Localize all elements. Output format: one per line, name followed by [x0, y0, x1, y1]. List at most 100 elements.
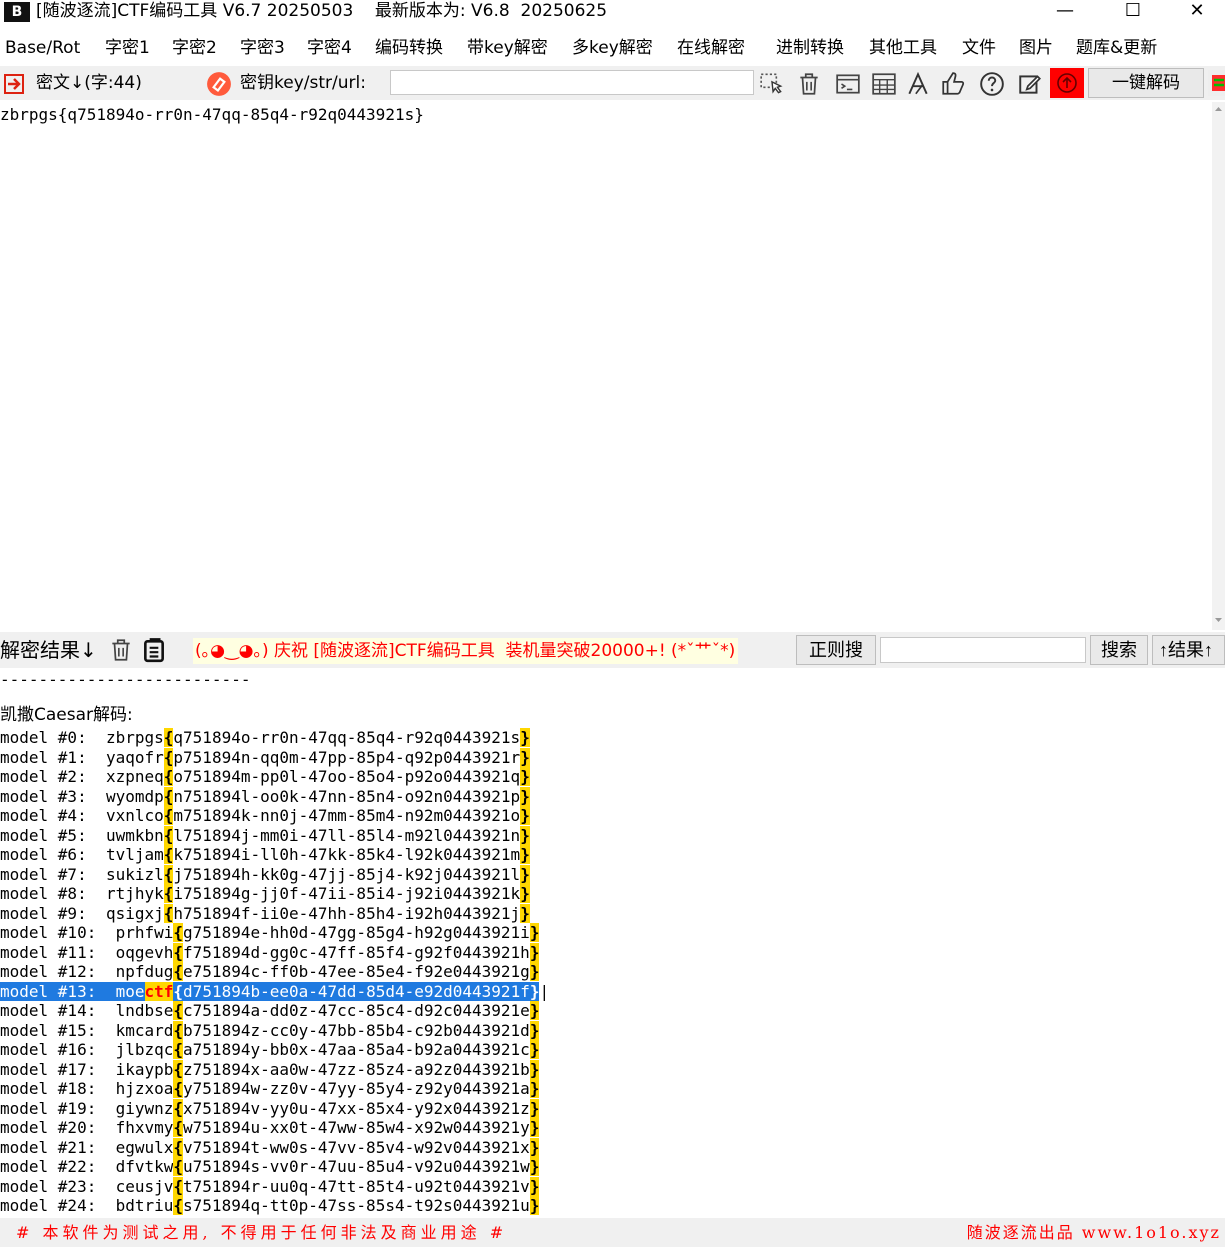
menu-multikey-decrypt[interactable]: 多key解密: [572, 37, 653, 59]
thumbs-up-icon[interactable]: [939, 71, 967, 97]
text-caret: |: [539, 981, 550, 1001]
menu-online-decrypt[interactable]: 在线解密: [677, 37, 745, 59]
menu-zimi4[interactable]: 字密4: [307, 37, 352, 59]
result-line[interactable]: model #24: bdtriu{s751894q-tt0p-47ss-85s…: [0, 1196, 540, 1216]
menu-zimi3[interactable]: 字密3: [240, 37, 285, 59]
close-brace-highlight: }: [529, 1196, 540, 1215]
result-line-body: v751894t-ww0s-47vv-85v4-w92v0443921x: [183, 1137, 530, 1157]
search-input[interactable]: [880, 637, 1086, 663]
result-line[interactable]: model #23: ceusjv{t751894r-uu0q-47tt-85t…: [0, 1176, 540, 1197]
result-line[interactable]: model #6: tvljam{k751894i-ll0h-47kk-85k4…: [0, 845, 530, 865]
close-button[interactable]: ✕: [1169, 0, 1225, 24]
result-line-body: d751894b-ee0a-47dd-85d4-e92d0443921f: [183, 981, 530, 1001]
cursor-select-icon[interactable]: [758, 71, 786, 97]
result-line-body: n751894l-oo0k-47nn-85n4-o92n0443921p: [173, 786, 521, 806]
open-brace-highlight: {: [173, 1196, 184, 1215]
result-line[interactable]: model #7: sukizl{j751894h-kk0g-47jj-85j4…: [0, 864, 530, 885]
result-line[interactable]: model #11: oqgevh{f751894d-gg0c-47ff-85f…: [0, 942, 540, 963]
result-line-prefix: model #2: xzpneq: [0, 767, 164, 786]
maximize-button[interactable]: ☐: [1105, 0, 1161, 24]
result-line[interactable]: model #4: vxnlco{m751894k-nn0j-47mm-85m4…: [0, 806, 530, 826]
result-line[interactable]: model #1: yaqofr{p751894n-qq0m-47pp-85p4…: [0, 747, 530, 768]
menu-key-decrypt[interactable]: 带key解密: [467, 37, 548, 59]
open-brace-highlight: {: [173, 1020, 184, 1040]
status-bar: # 本软件为测试之用, 不得用于任何非法及商业用途 # 随波逐流出品 www.1…: [0, 1218, 1225, 1247]
close-brace-highlight: }: [520, 786, 530, 806]
font-icon[interactable]: [904, 71, 932, 97]
result-line[interactable]: model #5: uwmkbn{l751894j-mm0i-47ll-85l4…: [0, 825, 530, 846]
result-line[interactable]: model #10: prhfwi{g751894e-hh0d-47gg-85g…: [0, 923, 540, 943]
menu-other-tools[interactable]: 其他工具: [869, 37, 937, 59]
open-brace-highlight: {: [173, 1098, 184, 1118]
author-site-text[interactable]: 随波逐流出品 www.1o1o.xyz: [967, 1221, 1221, 1245]
search-button[interactable]: 搜索: [1090, 635, 1148, 665]
regex-search-button[interactable]: 正则搜: [796, 635, 876, 665]
result-line[interactable]: model #9: qsigxj{h751894f-ii0e-47hh-85h4…: [0, 903, 530, 924]
import-arrow-icon[interactable]: [2, 71, 26, 97]
result-line-prefix: model #7: sukizl: [0, 864, 164, 884]
result-line[interactable]: model #18: hjzxoa{y751894w-zz0v-47yy-85y…: [0, 1079, 540, 1099]
result-line[interactable]: model #20: fhxvmy{w751894u-xx0t-47ww-85w…: [0, 1118, 540, 1138]
result-line-prefix: model #0: zbrpgs: [0, 728, 164, 747]
table-icon[interactable]: [870, 71, 898, 97]
result-line-body: w751894u-xx0t-47ww-85w4-x92w0443921y: [183, 1118, 530, 1137]
result-line[interactable]: model #2: xzpneq{o751894m-pp0l-47oo-85o4…: [0, 767, 530, 787]
open-brace-highlight: {: [163, 786, 174, 806]
minimize-button[interactable]: —: [1037, 0, 1093, 24]
open-brace-highlight: {: [163, 806, 174, 825]
open-brace-highlight: {: [163, 728, 174, 747]
menu-zimi2[interactable]: 字密2: [172, 37, 217, 59]
result-line[interactable]: model #22: dfvtkw{u751894s-vv0r-47uu-85u…: [0, 1157, 540, 1177]
trash-icon[interactable]: [795, 71, 823, 97]
result-line-prefix: model #20: fhxvmy: [0, 1118, 174, 1137]
open-brace-highlight: {: [173, 1040, 184, 1059]
toolbar: 密文↓(字:44) 密钥key/str/url: 一键解码: [0, 66, 1225, 100]
result-line-body: k751894i-ll0h-47kk-85k4-l92k0443921m: [173, 845, 521, 864]
result-line[interactable]: model #14: lndbse{c751894a-dd0z-47cc-85c…: [0, 1001, 540, 1021]
cipher-scrollbar[interactable]: [1212, 102, 1225, 630]
result-line-prefix: model #14: lndbse: [0, 1001, 174, 1020]
menu-questions-update[interactable]: 题库&更新: [1076, 37, 1157, 59]
result-line-body: j751894h-kk0g-47jj-85j4-k92j0443921l: [173, 864, 521, 884]
close-brace-highlight: }: [520, 767, 530, 786]
edit-icon[interactable]: [1016, 71, 1044, 97]
side-equals-icon[interactable]: [1208, 70, 1225, 96]
result-toolbar: 解密结果↓ (｡◕‿◕｡) 庆祝 [随波逐流]CTF编码工具 装机量突破2000…: [0, 632, 1225, 668]
result-line-body: g751894e-hh0d-47gg-85g4-h92g0443921i: [183, 923, 530, 942]
eraser-icon[interactable]: [206, 71, 232, 97]
result-line[interactable]: model #21: egwulx{v751894t-ww0s-47vv-85v…: [0, 1137, 540, 1158]
close-brace-highlight: }: [520, 806, 530, 825]
result-line-prefix: model #15: kmcard: [0, 1020, 174, 1040]
upload-red-button[interactable]: [1050, 68, 1084, 98]
cipher-textarea[interactable]: zbrpgs{q751894o-rr0n-47qq-85q4-r92q04439…: [0, 102, 1212, 630]
result-line[interactable]: model #12: npfdug{e751894c-ff0b-47ee-85e…: [0, 962, 540, 982]
key-label: 密钥key/str/url:: [240, 73, 366, 93]
cipher-label: 密文↓(字:44): [36, 73, 142, 93]
menu-file[interactable]: 文件: [962, 37, 996, 59]
menu-zimi1[interactable]: 字密1: [105, 37, 150, 59]
menu-bar: Base/Rot 字密1 字密2 字密3 字密4 编码转换 带key解密 多ke…: [0, 34, 1225, 62]
key-input[interactable]: [390, 70, 754, 95]
decrypt-results-textarea[interactable]: -------------------------- 凯撒Caesar解码: m…: [0, 670, 1225, 1216]
trash-result-icon[interactable]: [108, 637, 134, 663]
result-line[interactable]: model #17: ikaypb{z751894x-aa0w-47zz-85z…: [0, 1059, 540, 1080]
close-brace-highlight: }: [529, 1098, 540, 1118]
help-icon[interactable]: [978, 71, 1006, 97]
result-line[interactable]: model #19: giywnz{x751894v-yy0u-47xx-85x…: [0, 1098, 540, 1119]
result-line[interactable]: model #13: moectf{d751894b-ee0a-47dd-85d…: [0, 981, 550, 1001]
result-line-prefix: model #16: jlbzqc: [0, 1040, 174, 1059]
result-up-button[interactable]: ↑结果↑: [1152, 635, 1225, 665]
result-line[interactable]: model #0: zbrpgs{q751894o-rr0n-47qq-85q4…: [0, 728, 530, 748]
terminal-icon[interactable]: [834, 71, 862, 97]
one-click-decode-button[interactable]: 一键解码: [1088, 68, 1204, 98]
result-line[interactable]: model #16: jlbzqc{a751894y-bb0x-47aa-85a…: [0, 1040, 540, 1060]
menu-encoding-convert[interactable]: 编码转换: [375, 37, 443, 59]
result-line-prefix: model #13: moe: [0, 981, 145, 1001]
copy-result-icon[interactable]: [141, 637, 167, 663]
menu-base-convert[interactable]: 进制转换: [776, 37, 844, 59]
menu-image[interactable]: 图片: [1019, 37, 1053, 59]
result-line[interactable]: model #8: rtjhyk{i751894g-jj0f-47ii-85i4…: [0, 884, 530, 904]
result-line[interactable]: model #3: wyomdp{n751894l-oo0k-47nn-85n4…: [0, 786, 530, 807]
menu-base-rot[interactable]: Base/Rot: [5, 37, 80, 59]
result-line[interactable]: model #15: kmcard{b751894z-cc0y-47bb-85b…: [0, 1020, 540, 1041]
